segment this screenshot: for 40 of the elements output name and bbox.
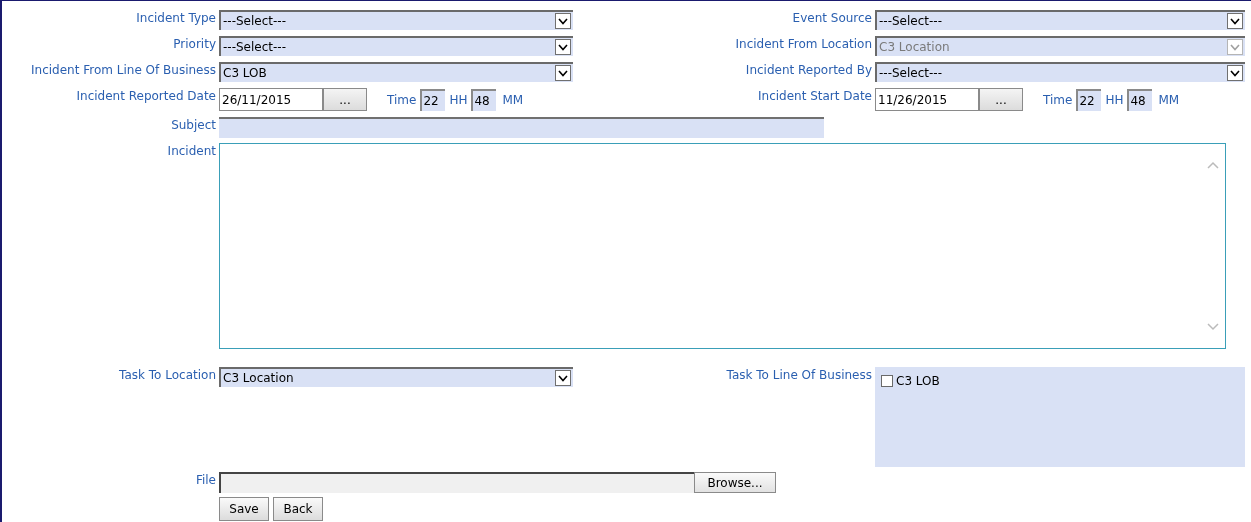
field-label: Priority — [172, 36, 217, 52]
dropdown[interactable]: ---Select--- — [875, 10, 1245, 30]
field-label: Incident From Location — [734, 36, 873, 52]
hours-field[interactable]: 22 — [420, 88, 446, 111]
minutes-field[interactable]: 48 — [471, 88, 497, 111]
dropdown[interactable]: C3 Location — [219, 367, 573, 387]
field-label: Incident Reported Date — [75, 88, 217, 104]
dropdown[interactable]: C3 LOB — [219, 62, 573, 82]
field-label: Subject — [170, 117, 217, 134]
file-path-field[interactable] — [219, 472, 694, 493]
date-picker-button[interactable]: ... — [323, 88, 367, 111]
field-label: Incident Reported By — [744, 62, 873, 78]
field-label: Task To Line Of Business — [725, 367, 873, 383]
form-button[interactable]: Back — [273, 497, 323, 521]
time-label: Time — [387, 91, 417, 108]
field-label: File — [194, 472, 217, 489]
minutes-unit: MM — [502, 91, 524, 108]
checkbox-label: C3 LOB — [896, 373, 940, 389]
subject-field[interactable] — [219, 117, 824, 138]
dropdown[interactable]: ---Select--- — [219, 36, 573, 56]
field-label: Event Source — [791, 10, 873, 26]
hours-unit: HH — [449, 91, 468, 108]
dropdown[interactable]: ---Select--- — [219, 10, 573, 30]
date-field[interactable]: 26/11/2015 — [219, 88, 323, 111]
hours-unit: HH — [1105, 91, 1124, 108]
checkbox[interactable] — [881, 375, 893, 387]
minutes-field[interactable]: 48 — [1127, 88, 1153, 111]
field-label: Incident Start Date — [757, 88, 873, 104]
date-field[interactable]: 11/26/2015 — [875, 88, 979, 111]
form-button[interactable]: Save — [219, 497, 269, 521]
field-label: Incident Type — [135, 10, 217, 26]
hours-field[interactable]: 22 — [1076, 88, 1102, 111]
dropdown[interactable]: ---Select--- — [875, 62, 1245, 82]
time-label: Time — [1043, 91, 1073, 108]
field-label: Incident From Line Of Business — [30, 62, 217, 78]
field-label: Incident — [166, 143, 217, 160]
minutes-unit: MM — [1158, 91, 1180, 108]
field-label: Task To Location — [118, 367, 217, 383]
browse-button[interactable]: Browse... — [694, 472, 776, 493]
date-picker-button[interactable]: ... — [979, 88, 1023, 111]
